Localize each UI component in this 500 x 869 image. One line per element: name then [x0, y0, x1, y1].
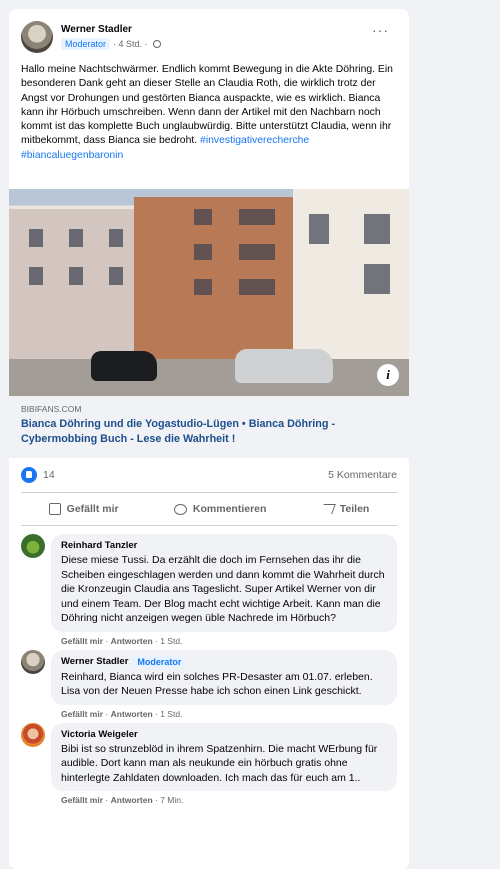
- comment-label: Kommentieren: [192, 503, 267, 515]
- comment-reply-button[interactable]: Antworten: [111, 709, 153, 719]
- window: [239, 209, 275, 225]
- moderator-badge: Moderator: [61, 38, 111, 50]
- like-count[interactable]: 14: [43, 469, 55, 481]
- comment-time[interactable]: 1 Std.: [160, 636, 182, 646]
- reactions-bar: 14 5 Kommentare: [9, 458, 409, 492]
- info-icon[interactable]: i: [377, 364, 399, 386]
- window: [364, 264, 390, 294]
- link-domain: BIBIFANS.COM: [21, 404, 82, 414]
- window: [239, 279, 275, 295]
- link-title[interactable]: Bianca Döhring und die Yogastudio-Lügen …: [21, 417, 397, 447]
- window: [29, 229, 43, 247]
- window: [194, 244, 212, 260]
- comment-list: Reinhard Tanzler Diese miese Tussi. Da e…: [9, 526, 409, 805]
- comment-like-button[interactable]: Gefällt mir: [61, 709, 103, 719]
- link-preview-image[interactable]: i: [9, 189, 409, 396]
- like-label: Gefällt mir: [66, 503, 119, 515]
- comment-icon: [173, 503, 187, 515]
- window: [364, 214, 390, 244]
- comment-text: Diese miese Tussi. Da erzählt die doch i…: [61, 554, 385, 624]
- commenter-avatar[interactable]: [21, 534, 45, 558]
- comment-item: Victoria Weigeler Bibi ist so strunzeblö…: [21, 722, 397, 805]
- comment-reply-button[interactable]: Antworten: [111, 636, 153, 646]
- commenter-avatar[interactable]: [21, 722, 45, 747]
- comment-bubble: Reinhard Tanzler Diese miese Tussi. Da e…: [51, 534, 397, 632]
- share-icon: [319, 504, 336, 514]
- black-car: [91, 351, 157, 381]
- commenter-avatar[interactable]: [21, 649, 45, 674]
- link-preview[interactable]: BIBIFANS.COM Bianca Döhring und die Yoga…: [9, 396, 409, 458]
- comment-item: Werner Stadler Moderator Reinhard, Bianc…: [21, 649, 397, 719]
- share-button[interactable]: Teilen: [319, 503, 370, 515]
- share-label: Teilen: [339, 503, 370, 515]
- post-actions: Gefällt mir Kommentieren Teilen: [21, 492, 397, 526]
- comment-like-button[interactable]: Gefällt mir: [61, 636, 103, 646]
- thumbs-up-icon: [48, 503, 61, 515]
- author-avatar[interactable]: [21, 21, 53, 53]
- post-text: Hallo meine Nachtschwärmer. Endlich komm…: [9, 55, 409, 189]
- comment-item: Reinhard Tanzler Diese miese Tussi. Da e…: [21, 534, 397, 646]
- comment-text: Reinhard, Bianca wird ein solches PR-Des…: [61, 670, 373, 698]
- comment-time[interactable]: 7 Min.: [160, 795, 183, 805]
- comment-author[interactable]: Victoria Weigeler: [61, 729, 138, 740]
- window: [109, 267, 123, 285]
- more-options-icon[interactable]: ···: [372, 22, 389, 38]
- comment-text: Bibi ist so strunzeblöd in ihrem Spatzen…: [61, 742, 378, 784]
- window: [309, 214, 329, 244]
- comment-author[interactable]: Reinhard Tanzler: [61, 540, 137, 551]
- comment-bubble: Werner Stadler Moderator Reinhard, Bianc…: [51, 649, 397, 705]
- comment-time[interactable]: 1 Std.: [160, 709, 182, 719]
- comment-reply-button[interactable]: Antworten: [111, 795, 153, 805]
- post-time[interactable]: · 4 Std. ·: [113, 39, 148, 49]
- post-card: Werner Stadler Moderator · 4 Std. · ··· …: [9, 9, 409, 869]
- window: [69, 229, 83, 247]
- window: [194, 209, 212, 225]
- silver-car: [235, 349, 333, 383]
- like-button[interactable]: Gefällt mir: [48, 503, 119, 515]
- window: [194, 279, 212, 295]
- window: [109, 229, 123, 247]
- post-header: Werner Stadler Moderator · 4 Std. · ···: [9, 9, 409, 55]
- like-reaction-icon[interactable]: [21, 467, 37, 483]
- comment-author[interactable]: Werner Stadler: [61, 656, 128, 667]
- post-author[interactable]: Werner Stadler: [61, 24, 372, 35]
- window: [29, 267, 43, 285]
- comment-like-button[interactable]: Gefällt mir: [61, 795, 103, 805]
- comment-bubble: Victoria Weigeler Bibi ist so strunzeblö…: [51, 722, 397, 791]
- globe-icon: [152, 40, 161, 48]
- window: [239, 244, 275, 260]
- comment-button[interactable]: Kommentieren: [173, 503, 267, 515]
- comment-count[interactable]: 5 Kommentare: [328, 469, 397, 481]
- moderator-badge: Moderator: [133, 655, 186, 668]
- window: [69, 267, 83, 285]
